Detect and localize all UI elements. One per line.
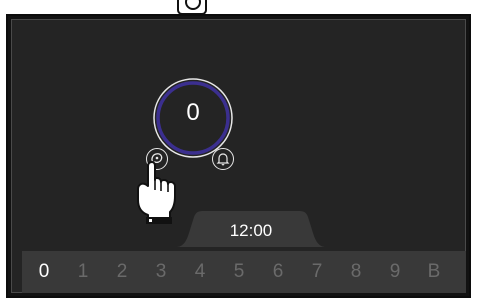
figure: 0 12:00 0 1 2 3 4 5 6 7 8 9 B (0, 0, 477, 304)
dial-value: 0 (186, 99, 200, 126)
dial[interactable]: 0 (152, 77, 234, 159)
display-panel: 0 12:00 0 1 2 3 4 5 6 7 8 9 B (11, 19, 466, 293)
bell-icon[interactable] (212, 148, 234, 170)
number-key-2[interactable]: 2 (112, 262, 132, 282)
number-key-7[interactable]: 7 (307, 262, 327, 282)
number-key-1[interactable]: 1 (73, 262, 93, 282)
number-key-9[interactable]: 9 (385, 262, 405, 282)
time-display[interactable]: 12:00 (176, 211, 326, 247)
number-key-8[interactable]: 8 (346, 262, 366, 282)
number-key-B[interactable]: B (424, 262, 444, 282)
number-key-0[interactable]: 0 (34, 262, 54, 282)
device-screen: 0 12:00 0 1 2 3 4 5 6 7 8 9 B (6, 14, 471, 298)
hand-pointer-icon (137, 161, 176, 224)
number-key-4[interactable]: 4 (190, 262, 210, 282)
number-key-6[interactable]: 6 (268, 262, 288, 282)
number-key-5[interactable]: 5 (229, 262, 249, 282)
time-label: 12:00 (229, 221, 273, 240)
number-key-3[interactable]: 3 (151, 262, 171, 282)
number-strip: 0123456789B (22, 251, 466, 293)
camera-icon (177, 0, 207, 15)
